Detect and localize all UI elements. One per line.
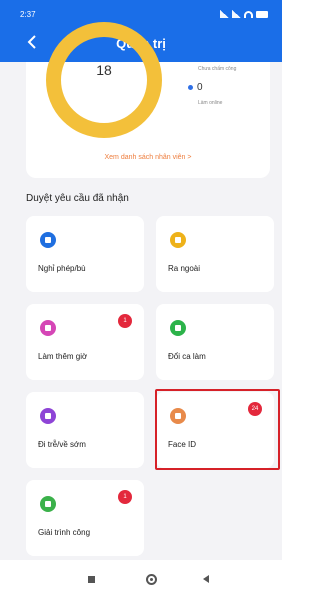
tile-label: Làm thêm giờ [38, 352, 88, 361]
total-count: 18 [96, 62, 112, 78]
signal-icon-2 [232, 10, 241, 18]
icon-glyph [45, 501, 51, 507]
online-dot-icon [188, 85, 193, 90]
icon-glyph [175, 325, 181, 331]
wifi-icon [244, 10, 253, 18]
icon-glyph [45, 237, 51, 243]
battery-icon [256, 10, 268, 18]
tile-door-exit[interactable]: Ra ngoài [156, 216, 274, 292]
square-icon[interactable] [88, 576, 95, 583]
tile-label: Đi trễ/về sớm [38, 440, 86, 449]
tile-explanation-doc[interactable]: Giải trình công 1 [26, 480, 144, 556]
tile-late-early[interactable]: Đi trễ/về sớm [26, 392, 144, 468]
attendance-donut-chart [46, 22, 162, 138]
notification-badge: 24 [248, 402, 262, 416]
notification-badge: 1 [118, 314, 132, 328]
icon-glyph [175, 237, 181, 243]
tile-label: Face ID [168, 440, 197, 449]
late-early-icon [40, 408, 56, 424]
phone-screen: 2:37 Quản trị 18 Chưa chấm công 0 Làm on… [0, 0, 282, 601]
tile-calendar[interactable]: Nghỉ phép/bù [26, 216, 144, 292]
signal-icon [220, 10, 229, 18]
system-nav-bar [0, 560, 282, 601]
legend-online-row: 0 [188, 82, 203, 93]
tile-label: Đổi ca làm [168, 352, 206, 361]
status-icons [220, 10, 268, 18]
icon-glyph [175, 413, 181, 419]
tile-face-id[interactable]: Face ID 24 [156, 392, 274, 468]
status-bar: 2:37 [20, 8, 268, 20]
status-time: 2:37 [20, 9, 36, 19]
door-exit-icon [170, 232, 186, 248]
tile-overtime-clock[interactable]: Làm thêm giờ 1 [26, 304, 144, 380]
tile-label: Nghỉ phép/bù [38, 264, 86, 273]
icon-glyph [45, 325, 51, 331]
calendar-icon [40, 232, 56, 248]
tile-swap-shift[interactable]: Đổi ca làm [156, 304, 274, 380]
explanation-doc-icon [40, 496, 56, 512]
face-id-icon [170, 408, 186, 424]
overtime-clock-icon [40, 320, 56, 336]
tile-label: Ra ngoài [168, 264, 201, 273]
home-circle-icon[interactable] [146, 574, 157, 585]
legend-not-checked-label: Chưa chấm công [198, 66, 237, 72]
notification-badge: 1 [118, 490, 132, 504]
view-employee-list-link[interactable]: Xem danh sách nhân viên > [26, 154, 270, 161]
back-triangle-icon[interactable] [203, 575, 209, 583]
section-title: Duyệt yêu cầu đã nhận [26, 193, 129, 204]
tile-label: Giải trình công [38, 528, 91, 537]
online-count: 0 [197, 82, 203, 93]
stats-card: 18 Chưa chấm công 0 Làm online Xem danh … [26, 22, 270, 178]
online-label: Làm online [198, 100, 223, 106]
swap-shift-icon [170, 320, 186, 336]
icon-glyph [45, 413, 51, 419]
